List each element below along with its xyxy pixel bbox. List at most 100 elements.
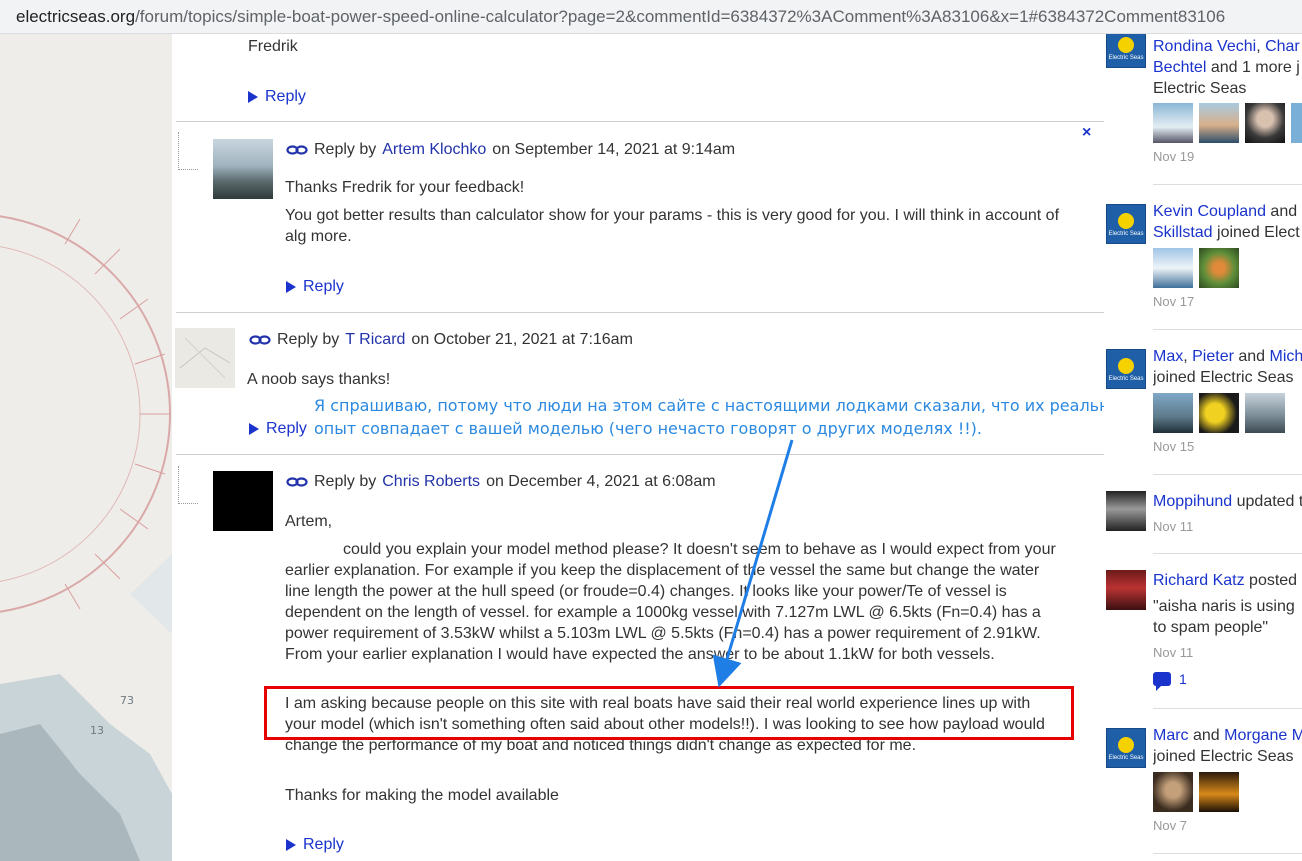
comment-bubble-icon xyxy=(1153,672,1171,691)
activity-divider xyxy=(1153,329,1302,330)
url-host: electricseas.org xyxy=(16,6,136,26)
member-link[interactable]: Richard Katz xyxy=(1153,572,1245,589)
reply-link[interactable]: Reply xyxy=(286,836,344,854)
svg-text:13: 13 xyxy=(90,724,104,737)
activity-date: Nov 19 xyxy=(1153,149,1195,164)
comment-date: on October 21, 2021 at 7:16am xyxy=(411,331,633,348)
member-link[interactable]: Bechtel xyxy=(1153,59,1206,76)
member-link[interactable]: Max xyxy=(1153,348,1183,365)
member-thumbnail[interactable] xyxy=(1245,103,1285,143)
electric-seas-logo[interactable]: Electric Seas xyxy=(1106,728,1146,768)
comment-count[interactable]: 1 xyxy=(1153,671,1187,691)
activity-date: Nov 7 xyxy=(1153,818,1187,833)
avatar-t-ricard[interactable] xyxy=(175,328,235,388)
member-thumbnail[interactable] xyxy=(1291,103,1302,143)
comment-divider xyxy=(176,454,1104,455)
activity-sidebar: Electric Seas Rondina Vechi, Char Bechte… xyxy=(1104,34,1302,861)
member-thumbnail[interactable] xyxy=(1199,772,1239,812)
comment-paragraph: Thanks Fredrik for your feedback! xyxy=(285,179,525,196)
avatar-artem-klochko[interactable] xyxy=(213,139,273,199)
permalink-icon[interactable] xyxy=(286,476,308,488)
activity-text: Max, Pieter and Mich joined Electric Sea… xyxy=(1153,348,1302,386)
comment-date: on December 4, 2021 at 6:08am xyxy=(486,473,716,490)
reply-link[interactable]: Reply xyxy=(249,420,307,438)
activity-text: Rondina Vechi, Char Bechtel and 1 more j… xyxy=(1153,38,1300,97)
comment-divider xyxy=(176,312,1104,313)
member-thumbnail[interactable] xyxy=(1153,103,1193,143)
activity-divider xyxy=(1153,708,1302,709)
activity-thumbnails xyxy=(1153,393,1285,433)
avatar-chris-roberts[interactable] xyxy=(213,471,273,531)
comment-date: on September 14, 2021 at 9:14am xyxy=(492,141,736,158)
previous-comment-signature: Fredrik xyxy=(248,38,298,55)
reply-link[interactable]: Reply xyxy=(286,278,344,296)
activity-thumbnails xyxy=(1153,248,1239,288)
reply-by-label: Reply by xyxy=(277,331,340,348)
translation-annotation: Я спрашиваю, потому что люди на этом сай… xyxy=(314,396,1133,438)
member-link[interactable]: Rondina Vechi xyxy=(1153,38,1256,55)
member-thumbnail[interactable] xyxy=(1153,248,1193,288)
comment-header: Reply by Chris Roberts on December 4, 20… xyxy=(286,473,716,491)
highlight-box xyxy=(264,686,1074,740)
member-link[interactable]: Skillstad xyxy=(1153,224,1213,241)
member-link[interactable]: Marc xyxy=(1153,727,1189,744)
member-avatar[interactable] xyxy=(1106,491,1146,531)
activity-text: Moppihund updated t xyxy=(1153,493,1302,510)
member-avatar[interactable] xyxy=(1106,570,1146,610)
address-bar[interactable]: electricseas.org/forum/topics/simple-boa… xyxy=(0,0,1302,34)
permalink-icon[interactable] xyxy=(249,334,271,346)
nesting-indicator xyxy=(178,132,198,170)
reply-arrow-icon xyxy=(249,423,259,435)
svg-text:73: 73 xyxy=(120,694,134,707)
electric-seas-logo[interactable]: Electric Seas xyxy=(1106,34,1146,68)
electric-seas-logo[interactable]: Electric Seas xyxy=(1106,204,1146,244)
member-thumbnail[interactable] xyxy=(1199,103,1239,143)
activity-divider xyxy=(1153,853,1302,854)
activity-text: Marc and Morgane M joined Electric Seas xyxy=(1153,725,1302,767)
comment-header: Reply by T Ricard on October 21, 2021 at… xyxy=(249,331,633,349)
member-thumbnail[interactable] xyxy=(1153,393,1193,433)
activity-date: Nov 15 xyxy=(1153,439,1195,454)
member-link[interactable]: Kevin Coupland xyxy=(1153,203,1266,220)
member-link[interactable]: Pieter xyxy=(1192,348,1234,365)
activity-date: Nov 11 xyxy=(1153,519,1194,534)
activity-date: Nov 11 xyxy=(1153,645,1194,660)
member-thumbnail[interactable] xyxy=(1245,393,1285,433)
activity-text: Kevin Coupland and Skillstad joined Elec… xyxy=(1153,203,1300,241)
activity-divider xyxy=(1153,184,1302,185)
reply-by-label: Reply by xyxy=(314,473,377,490)
activity-text: Richard Katz posted "aisha naris is usin… xyxy=(1153,572,1298,636)
activity-date: Nov 17 xyxy=(1153,294,1195,309)
activity-divider xyxy=(1153,553,1302,554)
electric-seas-logo[interactable]: Electric Seas xyxy=(1106,349,1146,389)
member-link[interactable]: Morgane M xyxy=(1224,727,1302,744)
background-chart-image: 73 13 xyxy=(0,34,172,861)
activity-thumbnails xyxy=(1153,103,1302,143)
comment-divider xyxy=(176,121,1104,122)
url-path: /forum/topics/simple-boat-power-speed-on… xyxy=(135,6,1226,26)
comment-paragraph: A noob says thanks! xyxy=(247,371,391,388)
author-link[interactable]: Artem Klochko xyxy=(382,141,486,159)
nesting-indicator xyxy=(178,466,198,504)
reply-arrow-icon xyxy=(286,839,296,851)
comment-greeting: Artem, xyxy=(285,513,333,530)
reply-arrow-icon xyxy=(248,91,258,103)
comment-paragraph: could you explain your model method plea… xyxy=(285,541,1056,663)
activity-thumbnails xyxy=(1153,772,1239,812)
comment-paragraph: You got better results than calculator s… xyxy=(285,207,1060,245)
close-icon[interactable]: × xyxy=(1082,124,1091,142)
member-link[interactable]: Mich xyxy=(1270,348,1302,365)
previous-reply-link[interactable]: Reply xyxy=(248,88,306,106)
comment-paragraph: Thanks for making the model available xyxy=(285,787,559,804)
member-link[interactable]: Char xyxy=(1265,38,1300,55)
author-link[interactable]: T Ricard xyxy=(345,331,405,349)
comment-header: Reply by Artem Klochko on September 14, … xyxy=(286,141,735,159)
permalink-icon[interactable] xyxy=(286,144,308,156)
author-link[interactable]: Chris Roberts xyxy=(382,473,480,491)
member-thumbnail[interactable] xyxy=(1199,248,1239,288)
member-thumbnail[interactable] xyxy=(1199,393,1239,433)
member-thumbnail[interactable] xyxy=(1153,772,1193,812)
member-link[interactable]: Moppihund xyxy=(1153,493,1232,510)
reply-arrow-icon xyxy=(286,281,296,293)
activity-divider xyxy=(1153,474,1302,475)
